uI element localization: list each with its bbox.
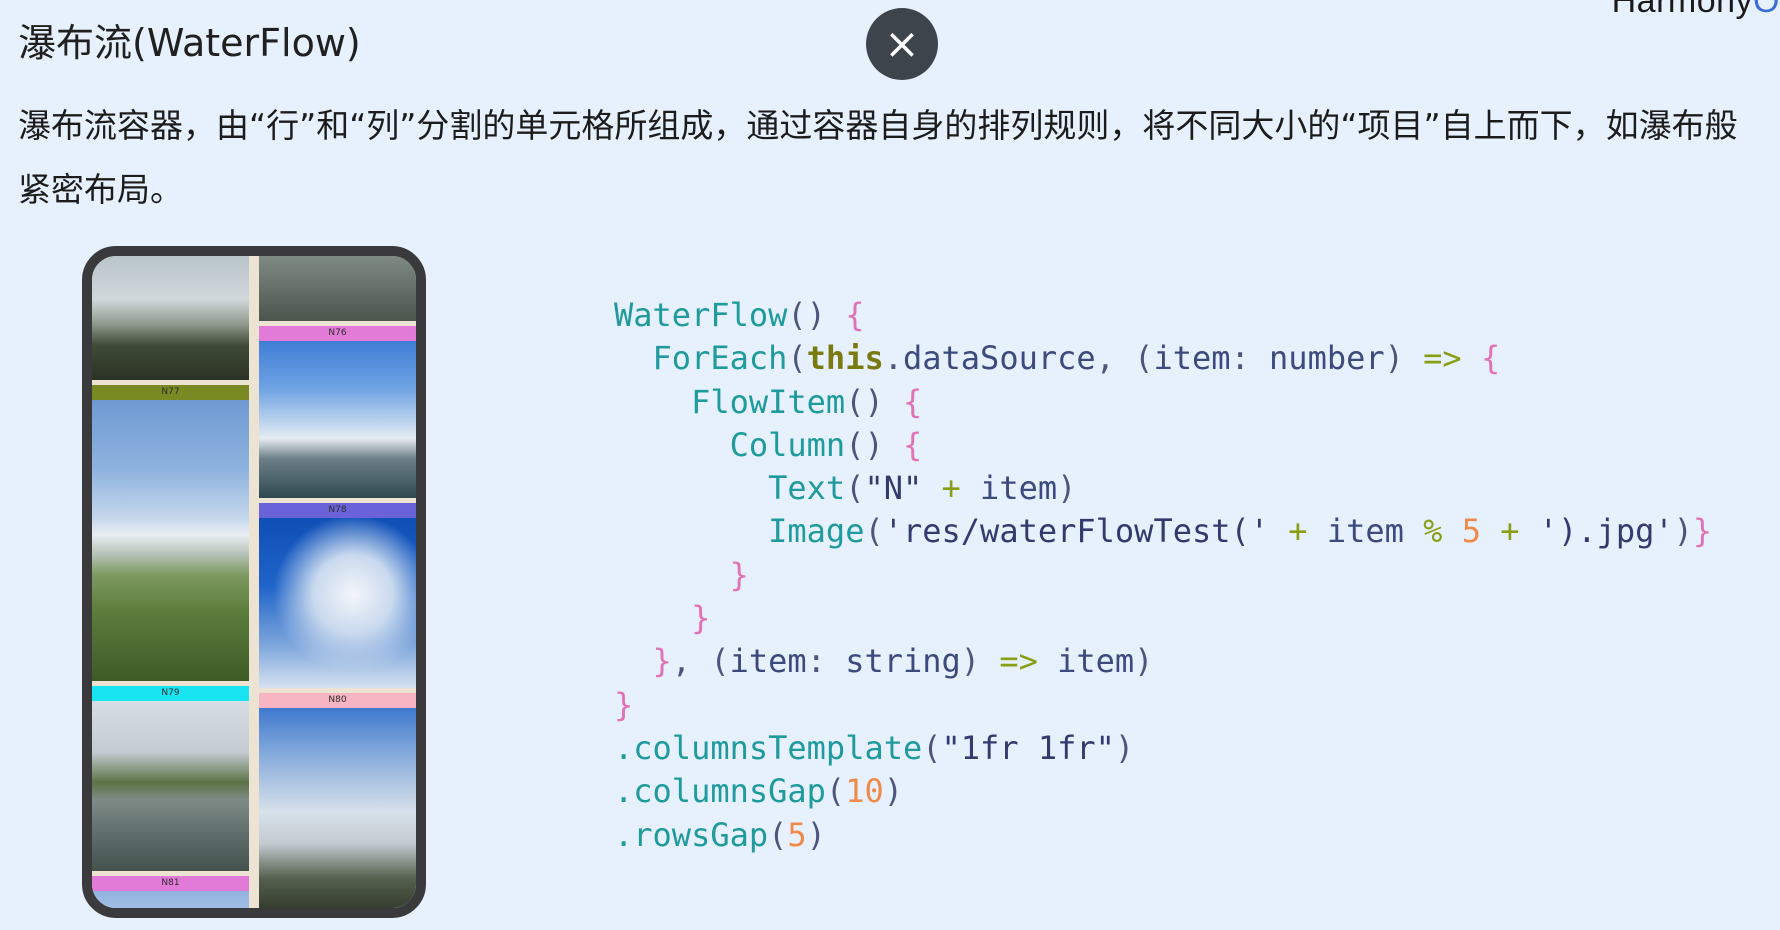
flow-item: N77 bbox=[92, 385, 249, 681]
close-button[interactable]: × bbox=[866, 8, 938, 80]
code-line: }, (item: string) => item) bbox=[652, 642, 1154, 681]
flow-item-label: N79 bbox=[92, 686, 249, 701]
flow-item-label: N76 bbox=[259, 326, 416, 341]
close-icon: × bbox=[884, 19, 920, 68]
code-line: Column() { bbox=[729, 425, 923, 464]
flow-item-label: N78 bbox=[259, 503, 416, 518]
code-line: WaterFlow() { bbox=[614, 296, 865, 334]
valley-image bbox=[259, 341, 416, 498]
flow-item: N80 bbox=[259, 693, 416, 908]
page-title: 瀑布流(WaterFlow) bbox=[18, 21, 361, 65]
code-line: FlowItem() { bbox=[691, 382, 923, 421]
mountain-image bbox=[92, 256, 249, 380]
flow-item: N81 bbox=[92, 876, 249, 908]
code-line: ForEach(this.dataSource, (item: number) … bbox=[652, 339, 1501, 378]
code-line: .columnsTemplate("1fr 1fr") bbox=[614, 728, 1135, 767]
flow-item: N76 bbox=[259, 326, 416, 498]
flow-item bbox=[92, 256, 249, 380]
code-block: WaterFlow() { ForEach(this.dataSource, (… bbox=[614, 294, 1712, 857]
hill-image bbox=[259, 256, 416, 321]
cloud-image bbox=[259, 518, 416, 688]
waterflow-grid: N77 N79 N81 N76 N78 N80 bbox=[92, 256, 416, 908]
description-text: 瀑布流容器，由“行”和“列”分割的单元格所组成，通过容器自身的排列规则，将不同大… bbox=[18, 106, 1738, 209]
misty-hill-image bbox=[259, 708, 416, 908]
code-line: Text("N" + item) bbox=[768, 469, 1077, 508]
flow-item-label: N81 bbox=[92, 876, 249, 891]
lake-image bbox=[92, 701, 249, 871]
code-line: } bbox=[614, 685, 634, 724]
sky-image bbox=[92, 891, 249, 908]
code-line: } bbox=[729, 555, 749, 594]
flow-item bbox=[259, 256, 416, 321]
sky-forest-image bbox=[92, 400, 249, 681]
flow-item-label: N80 bbox=[259, 693, 416, 708]
code-line: } bbox=[691, 599, 711, 638]
flow-item-label: N77 bbox=[92, 385, 249, 400]
code-line: Image('res/waterFlowTest(' + item % 5 + … bbox=[768, 512, 1713, 551]
code-line: .rowsGap(5) bbox=[614, 815, 826, 854]
code-line: .columnsGap(10) bbox=[614, 772, 903, 811]
flow-item: N78 bbox=[259, 503, 416, 688]
brand-logo: HarmonyO bbox=[1611, 0, 1780, 20]
flow-item: N79 bbox=[92, 686, 249, 871]
phone-preview: N77 N79 N81 N76 N78 N80 bbox=[82, 246, 426, 918]
